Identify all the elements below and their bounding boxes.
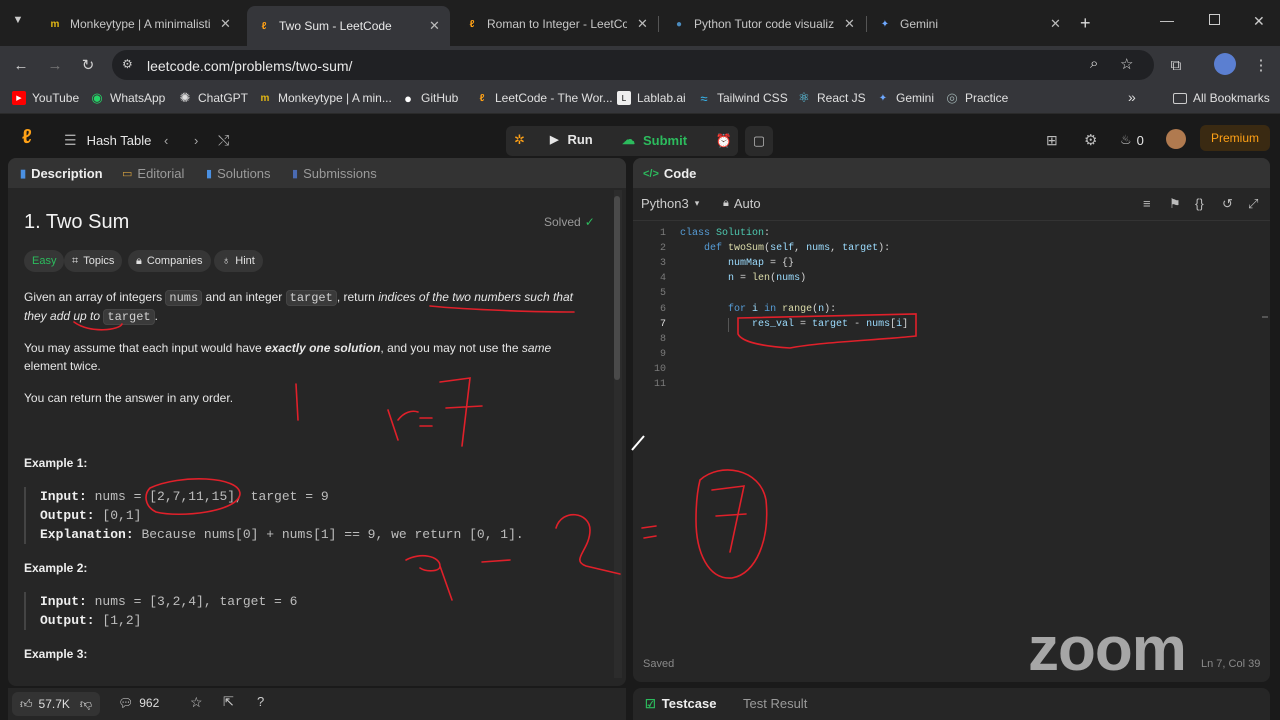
annotation-circle-nums: [145, 478, 241, 516]
annotation-r-equals-7: [387, 377, 483, 447]
annotation-overlay: [73, 305, 917, 601]
annotation-i: [295, 383, 299, 421]
annotation-circle-7: [695, 469, 768, 579]
mouse-cursor-icon: [631, 435, 645, 451]
annotation-underline-target: [73, 321, 123, 331]
zoom-watermark: zoom: [1028, 615, 1187, 684]
annotation-dash: [481, 559, 511, 563]
annotation-9: [405, 554, 453, 601]
annotation-equals: [641, 525, 657, 539]
annotation-2: [555, 513, 621, 575]
annotation-underline-indices: [429, 305, 575, 313]
annotation-box-code: [737, 313, 917, 349]
